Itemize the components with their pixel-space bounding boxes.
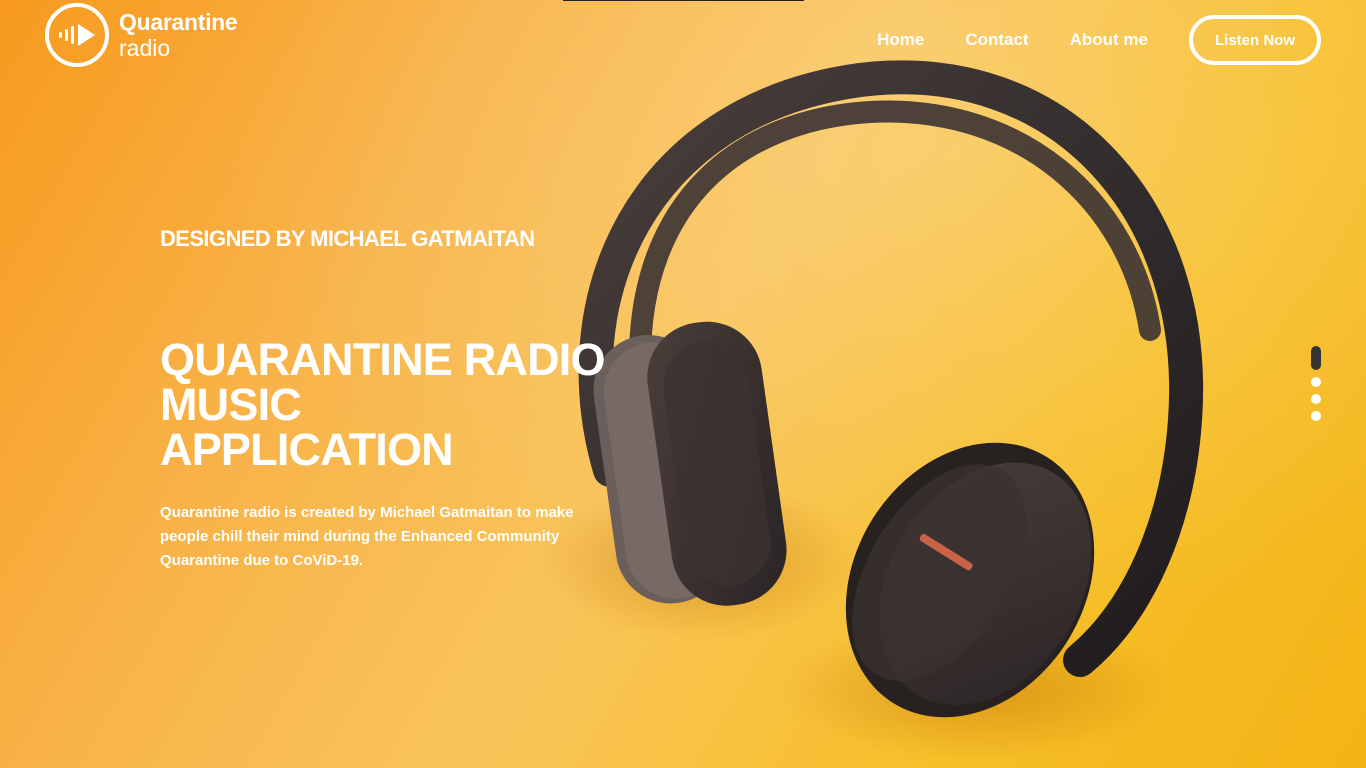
nav-item-contact[interactable]: Contact bbox=[965, 30, 1028, 50]
brand-subname: radio bbox=[119, 34, 171, 61]
slider-dot[interactable] bbox=[1311, 394, 1321, 404]
nav-item-home[interactable]: Home bbox=[877, 30, 924, 50]
headline-line: APPLICATION bbox=[160, 424, 454, 475]
listen-now-button[interactable]: Listen Now bbox=[1188, 15, 1321, 65]
slider-pagination bbox=[1311, 346, 1321, 428]
headline-line: MUSIC bbox=[160, 379, 302, 430]
main-nav: Home Contact About me Listen Now bbox=[836, 0, 1321, 80]
brand-text: Quarantine radio bbox=[119, 8, 238, 61]
hero-description: Quarantine radio is created by Michael G… bbox=[160, 504, 574, 569]
slider-dot[interactable] bbox=[1311, 411, 1321, 421]
nav-item-about-me[interactable]: About me bbox=[1070, 30, 1148, 50]
play-wave-icon bbox=[45, 3, 109, 67]
brand-logo-link[interactable]: Quarantine radio bbox=[45, 3, 238, 67]
headline-line: QUARANTINE RADIO bbox=[160, 334, 606, 385]
hero-eyebrow: DESIGNED BY MICHAEL GATMAITAN bbox=[160, 226, 535, 251]
slider-dot[interactable] bbox=[1311, 346, 1321, 370]
brand-name: Quarantine bbox=[119, 8, 238, 35]
hero-headline: QUARANTINE RADIO MUSIC APPLICATION bbox=[160, 337, 680, 472]
slider-dot[interactable] bbox=[1311, 377, 1321, 387]
